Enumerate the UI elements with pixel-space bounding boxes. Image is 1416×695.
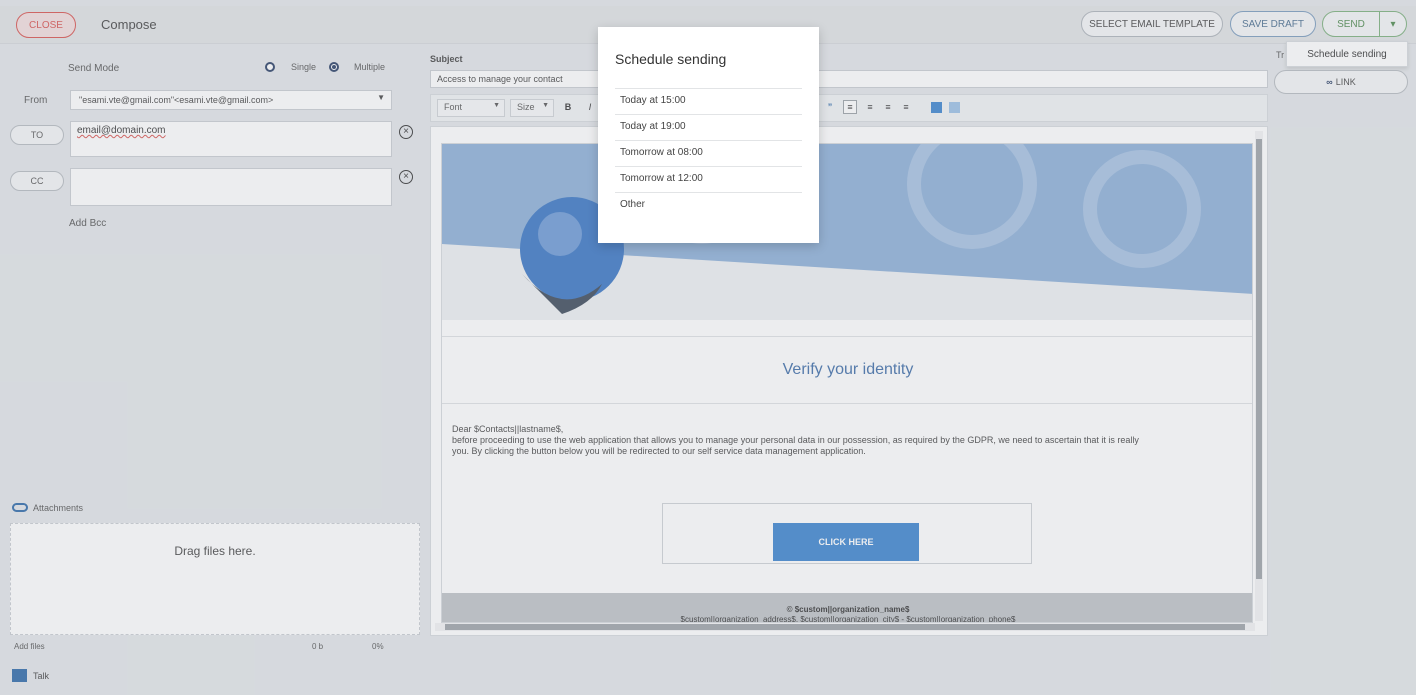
schedule-option-today-1900[interactable]: Today at 19:00 [615,114,802,140]
schedule-option-today-1500[interactable]: Today at 15:00 [615,88,802,114]
upload-size: 0 b [312,642,324,651]
schedule-option-tomorrow-0800[interactable]: Tomorrow at 08:00 [615,140,802,166]
editor-toolbar: Font ▼ Size ▼ B I ” ≡ ≡ ≡ ≡ [430,94,1268,122]
align-left-icon[interactable]: ≡ [843,100,857,114]
talk-icon[interactable] [12,669,27,682]
body-line-3: you. By clicking the button below you wi… [452,446,866,456]
italic-button[interactable]: I [583,100,597,114]
align-justify-icon[interactable]: ≡ [899,100,913,114]
email-banner-image [442,144,1252,320]
link-button[interactable]: ∞ LINK [1274,70,1408,94]
schedule-sending-menu-item[interactable]: Schedule sending [1286,41,1408,67]
click-here-button[interactable]: CLICK HERE [773,523,919,561]
subject-input[interactable]: Access to manage your contact [430,70,1268,88]
modal-title: Schedule sending [615,51,727,67]
body-line-1: Dear $Contacts||lastname$, [452,424,564,434]
chevron-down-icon: ▼ [377,93,385,102]
font-label: Font [444,102,463,112]
email-footer: © $custom||organization_name$ $custom||o… [442,593,1252,623]
from-value: "esami.vte@gmail.com"<esami.vte@gmail.co… [79,95,274,105]
from-label: From [24,95,48,106]
select-email-template-button[interactable]: SELECT EMAIL TEMPLATE [1081,11,1223,37]
send-button[interactable]: SEND [1322,11,1380,37]
bold-button[interactable]: B [561,100,575,114]
scroll-thumb[interactable] [1256,139,1262,579]
horizontal-scrollbar[interactable] [435,623,1255,631]
subject-label: Subject [430,54,463,64]
table-icon[interactable] [949,102,960,113]
chevron-down-icon: ▼ [542,102,549,109]
image-icon[interactable] [931,102,942,113]
scroll-thumb[interactable] [445,624,1245,630]
vertical-scrollbar[interactable] [1255,131,1263,621]
cc-button[interactable]: CC [10,171,64,191]
multiple-radio[interactable] [329,62,339,72]
multiple-label: Multiple [354,62,386,72]
attachments-label: Attachments [33,503,84,513]
file-dropzone[interactable]: Drag files here. [10,523,420,635]
close-button[interactable]: CLOSE [16,12,76,38]
to-value: email@domain.com [77,125,166,136]
font-dropdown[interactable]: Font ▼ [437,99,505,117]
subject-value: Access to manage your contact [437,74,563,84]
single-radio[interactable] [265,62,275,72]
banner-graphic [442,144,1252,314]
chevron-down-icon: ▼ [493,102,500,109]
blockquote-icon[interactable]: ” [823,100,837,114]
clear-cc-icon[interactable]: × [399,170,413,184]
send-mode-label: Send Mode [68,63,120,74]
footer-line-2: $custom||organization_address$, $custom|… [680,615,1016,623]
footer-line-1: © $custom||organization_name$ [786,605,910,614]
dropzone-text: Drag files here. [174,544,256,558]
clear-to-icon[interactable]: × [399,125,413,139]
from-select[interactable]: "esami.vte@gmail.com"<esami.vte@gmail.co… [70,90,392,110]
schedule-sending-modal: Schedule sending Today at 15:00 Today at… [598,27,819,243]
to-button[interactable]: TO [10,125,64,145]
single-label: Single [291,62,317,72]
link-label: LINK [1335,77,1356,87]
cc-field[interactable] [70,168,392,206]
attachment-icon [12,503,28,512]
upload-percent: 0% [372,642,384,651]
email-editor[interactable]: Verify your identity Dear $Contacts||las… [430,126,1268,636]
add-bcc-link[interactable]: Add Bcc [69,218,106,229]
body-line-2: before proceeding to use the web applica… [452,435,1139,445]
tr-label: Tr [1276,50,1285,60]
email-content: Verify your identity Dear $Contacts||las… [441,143,1253,623]
page-title: Compose [101,17,157,32]
align-right-icon[interactable]: ≡ [881,100,895,114]
verify-heading: Verify your identity [442,336,1252,404]
save-draft-button[interactable]: SAVE DRAFT [1230,11,1316,37]
link-icon: ∞ [1326,77,1333,87]
size-dropdown[interactable]: Size ▼ [510,99,554,117]
email-body: Dear $Contacts||lastname$, before procee… [452,424,1247,457]
align-center-icon[interactable]: ≡ [863,100,877,114]
send-options-caret-button[interactable]: ▾ [1379,11,1407,37]
talk-label[interactable]: Talk [33,671,49,681]
schedule-option-tomorrow-1200[interactable]: Tomorrow at 12:00 [615,166,802,192]
size-label: Size [517,102,535,112]
schedule-option-other[interactable]: Other [615,192,802,218]
add-files-button[interactable]: Add files [14,642,45,651]
to-field[interactable]: email@domain.com [70,121,392,157]
